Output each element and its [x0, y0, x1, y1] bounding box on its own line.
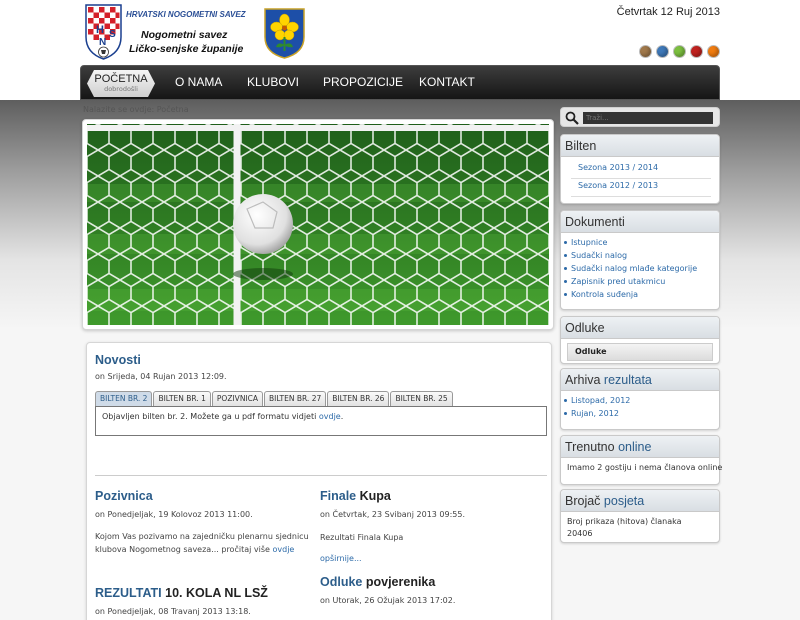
svg-text:S: S — [109, 29, 116, 40]
brojac-heading: Brojač posjeta — [561, 490, 719, 512]
nav-home-sublabel: dobrodošli — [104, 85, 138, 93]
arhiva-heading-plain: Arhiva — [565, 373, 601, 387]
svg-text:N: N — [99, 37, 106, 48]
tab-bilten-26[interactable]: BILTEN BR. 26 — [327, 391, 390, 406]
pozivnica-meta: on Ponedjeljak, 19 Kolovoz 2013 11:00. — [95, 510, 253, 519]
rezultati-title-accent: REZULTATI — [95, 586, 162, 600]
nav-item-clubs[interactable]: KLUBOVI — [247, 66, 299, 101]
arhiva-box: Arhiva rezultata Listopad, 2012 Rujan, 2… — [560, 368, 720, 430]
main-navigation: POČETNA dobrodošli O NAMA KLUBOVI PROPOZ… — [80, 65, 720, 100]
bilten-tabs: BILTEN BR. 2 BILTEN BR. 1 POZIVNICA BILT… — [95, 391, 454, 406]
style-swatch-green[interactable] — [673, 45, 686, 58]
arhiva-heading: Arhiva rezultata — [561, 369, 719, 391]
pozivnica-text: Kojom Vas pozivamo na zajedničku plenarn… — [95, 530, 315, 556]
online-heading-accent: online — [618, 440, 652, 454]
bilten-box: Bilten Sezona 2013 / 2014 Sezona 2012 / … — [560, 134, 720, 204]
pozivnica-text-line1: Kojom Vas pozivamo na zajedničku plenarn… — [95, 532, 309, 541]
rezultati-meta: on Ponedjeljak, 08 Travanj 2013 13:18. — [95, 607, 251, 616]
brojac-label: Broj prikaza (hitova) članaka — [567, 517, 682, 526]
online-box: Trenutno online Imamo 2 gostiju i nema č… — [560, 435, 723, 485]
dokumenti-item-sudacki-nalog[interactable]: Sudački nalog — [563, 251, 627, 260]
pozivnica-title[interactable]: Pozivnica — [95, 489, 153, 503]
tab-pozivnica[interactable]: POZIVNICA — [211, 391, 264, 406]
rezultati-title-rest: 10. KOLA NL LSŽ — [165, 586, 268, 600]
dokumenti-item-kontrola[interactable]: Kontrola suđenja — [563, 290, 638, 299]
bilten-heading: Bilten — [561, 135, 719, 157]
dokumenti-box: Dokumenti Istupnice Sudački nalog Sudačk… — [560, 210, 720, 310]
dokumenti-item-zapisnik[interactable]: Zapisnik pred utakmicu — [563, 277, 665, 286]
tab-panel-text: Objavljen bilten br. 2. Možete ga u pdf … — [102, 412, 317, 421]
bilten-season-2013-2014[interactable]: Sezona 2013 / 2014 — [571, 163, 711, 179]
finale-text: Rezultati Finala Kupa — [320, 533, 404, 542]
brojac-box: Brojač posjeta Broj prikaza (hitova) čla… — [560, 489, 720, 543]
tab-panel-link[interactable]: ovdje — [319, 412, 341, 421]
tab-bilten-2[interactable]: BILTEN BR. 2 — [95, 391, 153, 406]
online-heading-plain: Trenutno — [565, 440, 615, 454]
bilten-season-2012-2013[interactable]: Sezona 2012 / 2013 — [571, 181, 711, 197]
brojac-heading-plain: Brojač — [565, 494, 601, 508]
odluke-menu-item[interactable]: Odluke — [567, 343, 713, 361]
arhiva-item-rujan[interactable]: Rujan, 2012 — [564, 409, 619, 418]
hns-logo-image: H N S HRVATSKI NOGOMETNI SAVEZ Nogometni… — [85, 4, 247, 60]
breadcrumb: Nalazite se ovdje: Početna — [83, 105, 189, 114]
finale-title-accent: Finale — [320, 489, 357, 503]
online-heading: Trenutno online — [561, 436, 719, 458]
online-text: Imamo 2 gostiju i nema članova online — [567, 463, 723, 472]
football-net-image — [87, 124, 549, 325]
arhiva-heading-accent: rezultata — [603, 373, 652, 387]
tab-panel-period: . — [340, 412, 344, 421]
odluke-heading: Odluke — [561, 317, 719, 339]
tab-bilten-25[interactable]: BILTEN BR. 25 — [390, 391, 453, 406]
section-divider — [95, 475, 547, 476]
main-content: Novosti on Srijeda, 04 Rujan 2013 12:09.… — [86, 342, 552, 620]
nav-home-label: POČETNA — [94, 73, 148, 85]
logo-line1: Nogometni savez — [141, 29, 228, 41]
nav-item-home[interactable]: POČETNA dobrodošli — [87, 70, 155, 97]
odluke-title-accent: Odluke — [320, 575, 363, 589]
hero-image — [82, 119, 554, 330]
dokumenti-item-istupnice[interactable]: Istupnice — [563, 238, 607, 247]
novosti-meta: on Srijeda, 04 Rujan 2013 12:09. — [95, 372, 227, 381]
site-header: H N S HRVATSKI NOGOMETNI SAVEZ Nogometni… — [0, 0, 800, 64]
brojac-heading-accent: posjeta — [603, 494, 645, 508]
search-icon[interactable] — [565, 111, 579, 125]
finale-meta: on Četvrtak, 23 Svibanj 2013 09:55. — [320, 510, 466, 519]
tab-bilten-1[interactable]: BILTEN BR. 1 — [153, 391, 211, 406]
rezultati-title[interactable]: REZULTATI 10. KOLA NL LSŽ — [95, 586, 268, 600]
logo-top-text: HRVATSKI NOGOMETNI SAVEZ — [126, 10, 247, 19]
county-coat-of-arms — [263, 7, 306, 59]
logo-line2: Ličko-senjske županije — [129, 43, 244, 55]
style-swatch-orange[interactable] — [707, 45, 720, 58]
odluke-meta: on Utorak, 26 Ožujak 2013 17:02. — [320, 596, 456, 605]
search-box — [560, 107, 720, 127]
finale-title-rest: Kupa — [359, 489, 391, 503]
brojac-value: 20406 — [567, 529, 593, 538]
finale-title[interactable]: Finale Kupa — [320, 489, 391, 503]
dokumenti-item-sudacki-nalog-mlade[interactable]: Sudački nalog mlađe kategorije — [563, 264, 697, 273]
dokumenti-heading: Dokumenti — [561, 211, 719, 233]
style-swatch-red[interactable] — [690, 45, 703, 58]
style-switcher — [639, 45, 720, 58]
site-logo[interactable]: H N S HRVATSKI NOGOMETNI SAVEZ Nogometni… — [83, 3, 259, 61]
svg-text:H: H — [96, 24, 104, 36]
nav-item-about[interactable]: O NAMA — [175, 66, 222, 101]
nav-item-rules[interactable]: PROPOZICIJE — [323, 66, 403, 101]
pozivnica-text-line2: klubova Nogometnog saveza... pročitaj vi… — [95, 545, 270, 554]
odluke-box: Odluke Odluke — [560, 316, 720, 364]
pozivnica-link[interactable]: ovdje — [272, 545, 294, 554]
odluke-article-title[interactable]: Odluke povjerenika — [320, 575, 435, 589]
current-date: Četvrtak 12 Ruj 2013 — [616, 6, 720, 18]
novosti-title[interactable]: Novosti — [95, 353, 141, 367]
style-swatch-blue[interactable] — [656, 45, 669, 58]
search-input[interactable] — [583, 112, 713, 124]
finale-read-more-link[interactable]: opširnije... — [320, 554, 362, 563]
nav-item-contact[interactable]: KONTAKT — [419, 66, 475, 101]
tab-panel: Objavljen bilten br. 2. Možete ga u pdf … — [95, 406, 547, 436]
odluke-title-rest: povjerenika — [365, 575, 436, 589]
arhiva-item-listopad[interactable]: Listopad, 2012 — [563, 396, 630, 405]
tab-bilten-27[interactable]: BILTEN BR. 27 — [264, 391, 327, 406]
style-swatch-brown[interactable] — [639, 45, 652, 58]
